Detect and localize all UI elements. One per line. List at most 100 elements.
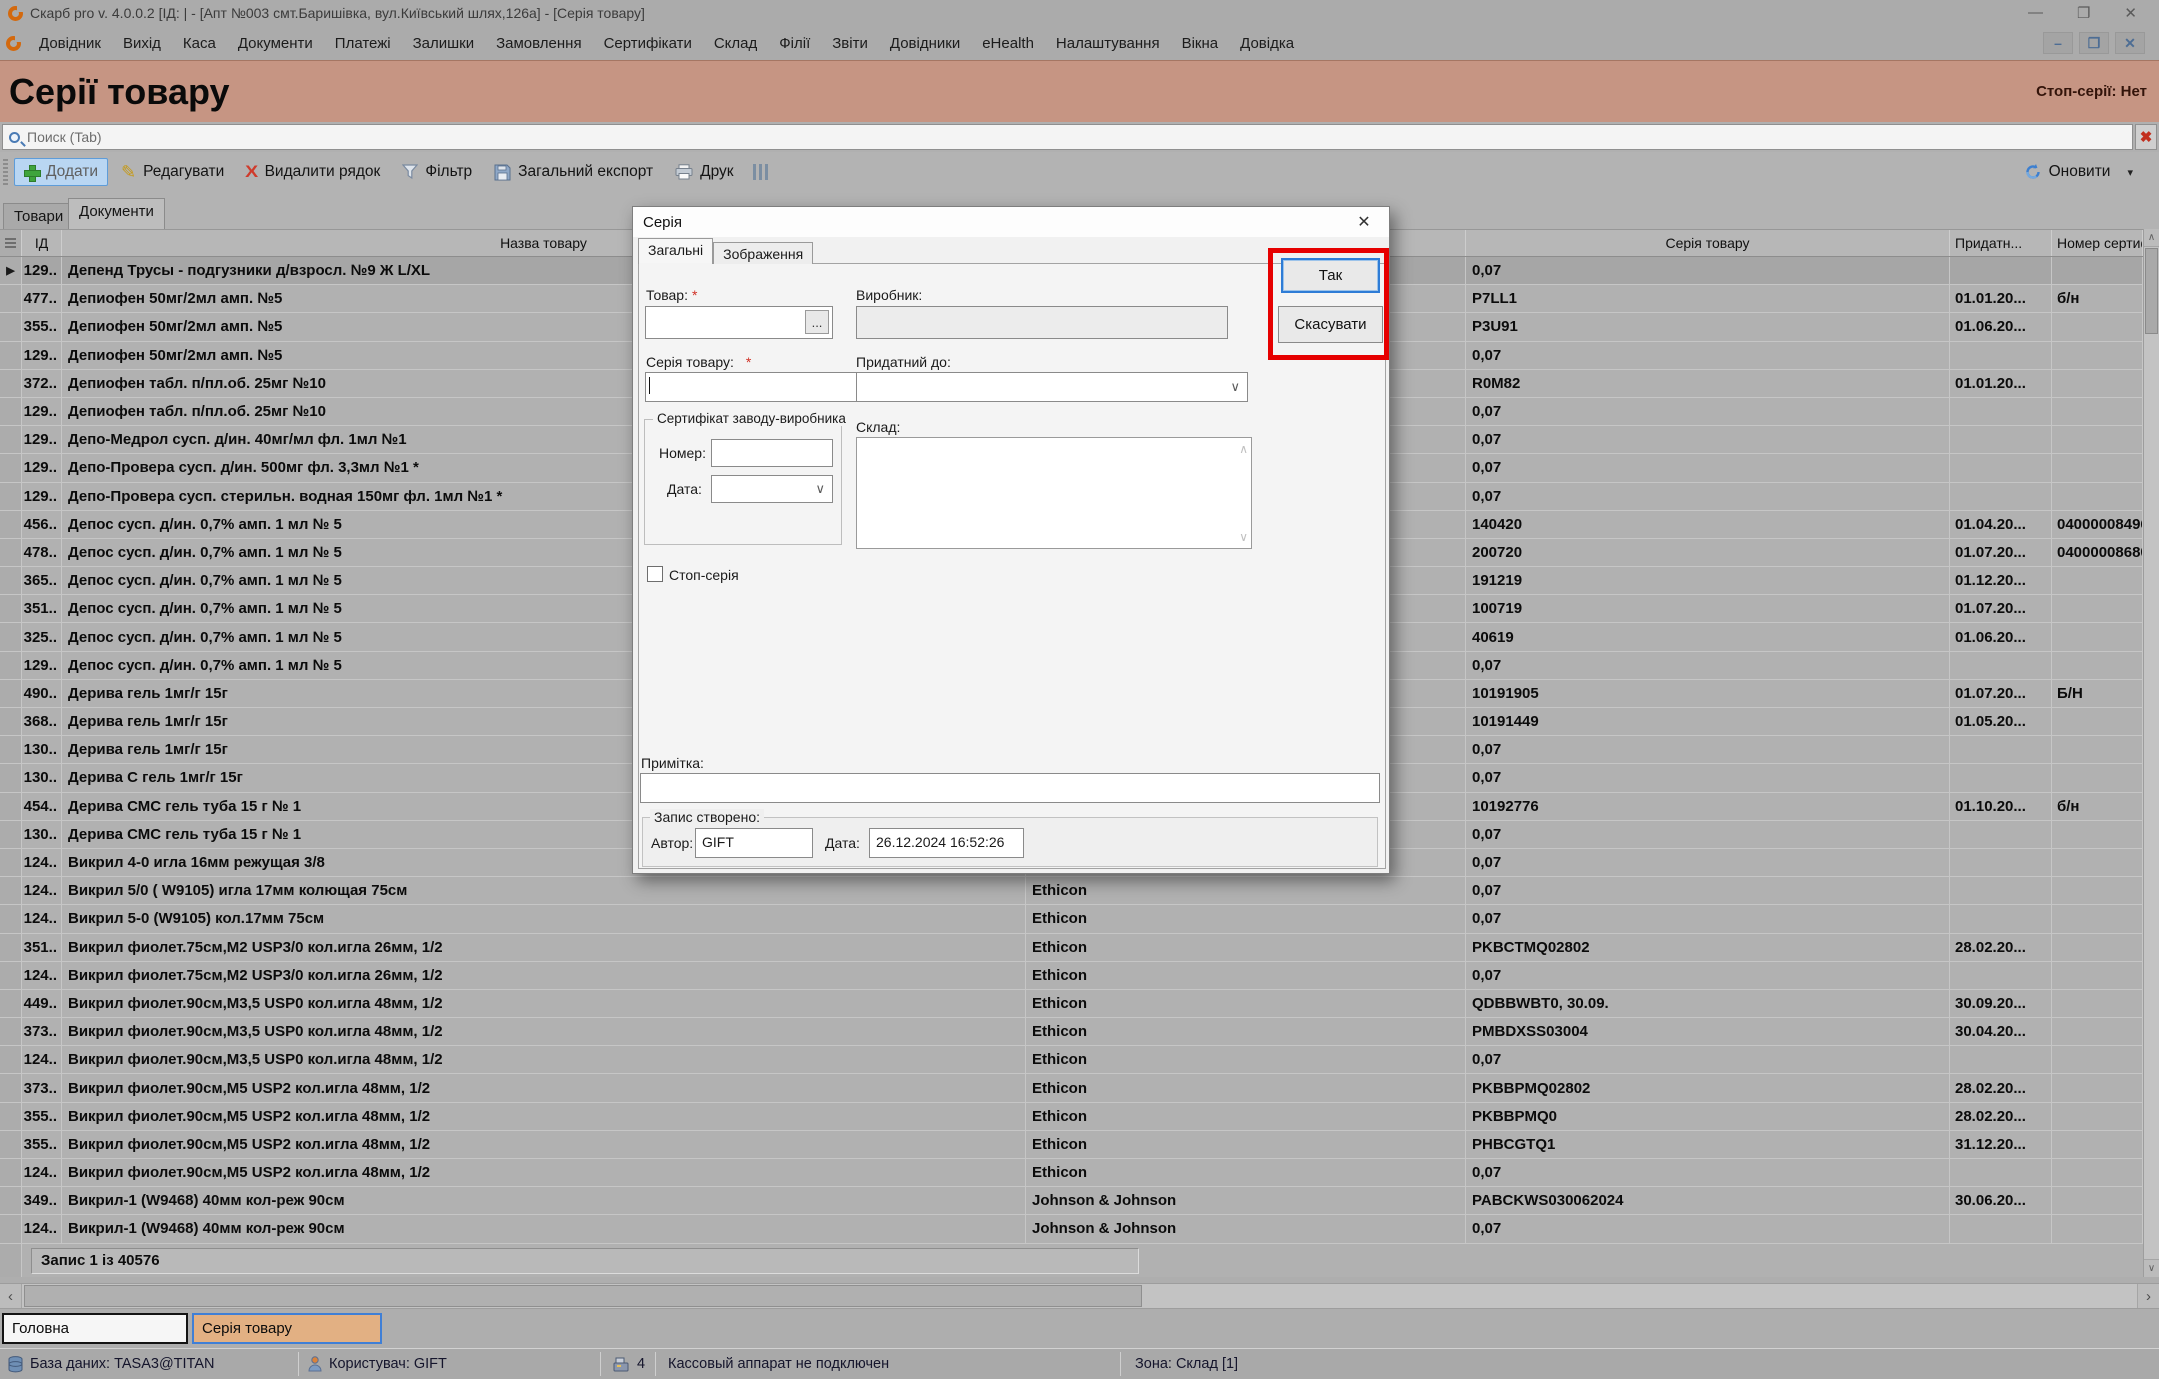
search-icon <box>9 132 20 143</box>
header-series[interactable]: Серія товару <box>1466 230 1950 256</box>
valid-until-combobox[interactable]: ∨ <box>856 372 1248 402</box>
product-lookup-button[interactable]: ... <box>805 310 829 334</box>
toolbar-grip[interactable] <box>3 159 8 185</box>
cell-ind <box>0 708 22 735</box>
mdi-close-button[interactable]: ✕ <box>2115 32 2145 54</box>
tab-holovna[interactable]: Головна <box>2 1313 188 1344</box>
table-row[interactable]: 124..Викрил 5-0 (W9105) кол.17мм 75смEth… <box>0 905 2159 933</box>
table-row[interactable]: 124..Викрил 5/0 ( W9105) игла 17мм колющ… <box>0 877 2159 905</box>
cert-date-label: Дата: <box>667 481 702 497</box>
note-input[interactable] <box>640 773 1380 803</box>
ok-button[interactable]: Так <box>1281 258 1380 293</box>
chevron-down-icon[interactable]: ∨ <box>1230 379 1240 395</box>
cell-valid <box>1950 736 2052 763</box>
author-input[interactable]: GIFT <box>695 828 813 858</box>
product-input[interactable]: ... <box>645 306 833 339</box>
cell-cert <box>2052 454 2143 481</box>
cell-series: 0,07 <box>1466 342 1950 369</box>
refresh-button[interactable]: Оновити <box>2049 163 2111 181</box>
scroll-up-icon[interactable]: ∧ <box>1239 442 1248 456</box>
header-id[interactable]: ІД <box>22 230 62 256</box>
header-cert-number[interactable]: Номер сертифіката за <box>2052 230 2143 256</box>
menu-item-Довідники[interactable]: Довідники <box>879 31 971 56</box>
mdi-restore-button[interactable]: ❐ <box>2079 32 2109 54</box>
menu-item-Документи[interactable]: Документи <box>227 31 324 56</box>
dialog-close-icon[interactable]: ✕ <box>1349 212 1379 232</box>
scroll-down-icon[interactable]: ∨ <box>2144 1259 2159 1277</box>
menu-item-eHealth[interactable]: eHealth <box>971 31 1045 56</box>
scroll-left-icon[interactable]: ‹ <box>0 1284 22 1308</box>
toolbar: Додати ✎ Редагувати X Видалити рядок Філ… <box>0 152 2159 192</box>
menu-item-Філії[interactable]: Філії <box>768 31 821 56</box>
columns-icon[interactable] <box>753 164 769 180</box>
header-valid-until[interactable]: Придатн... <box>1950 230 2052 256</box>
cert-date-combobox[interactable]: ∨ <box>711 475 833 503</box>
table-row[interactable]: 351..Викрил фиолет.75см,М2 USP3/0 кол.иг… <box>0 934 2159 962</box>
menu-item-Налаштування[interactable]: Налаштування <box>1045 31 1171 56</box>
table-row[interactable]: 355..Викрил фиолет.90см,М5 USP2 кол.игла… <box>0 1103 2159 1131</box>
horizontal-scrollbar[interactable]: ‹ › <box>0 1283 2159 1309</box>
table-row[interactable]: 124..Викрил фиолет.90см,М5 USP2 кол.игла… <box>0 1159 2159 1187</box>
edit-button[interactable]: ✎ Редагувати <box>112 158 233 187</box>
refresh-dropdown-arrow[interactable]: ▾ <box>2127 166 2133 179</box>
chevron-down-icon[interactable]: ∨ <box>815 481 825 497</box>
scroll-right-icon[interactable]: › <box>2137 1284 2159 1308</box>
minimize-button[interactable]: — <box>2028 4 2043 22</box>
add-button[interactable]: Додати <box>14 158 108 186</box>
cell-id: 124.. <box>22 962 62 989</box>
cancel-button[interactable]: Скасувати <box>1278 306 1383 343</box>
search-input[interactable]: Поиск (Tab) <box>2 124 2133 150</box>
tab-seriya-tovaru[interactable]: Серія товару <box>192 1313 382 1344</box>
scroll-up-icon[interactable]: ∧ <box>2144 229 2159 247</box>
tab-dokumenty[interactable]: Документи <box>68 198 165 229</box>
table-row[interactable]: 355..Викрил фиолет.90см,М5 USP2 кол.игла… <box>0 1131 2159 1159</box>
filter-button[interactable]: Фільтр <box>393 159 481 185</box>
table-row[interactable]: 124..Викрил фиолет.90см,М3,5 USP0 кол.иг… <box>0 1046 2159 1074</box>
delete-row-button[interactable]: X Видалити рядок <box>237 158 389 186</box>
table-row[interactable]: 449..Викрил фиолет.90см,М3,5 USP0 кол.иг… <box>0 990 2159 1018</box>
cell-ind <box>0 990 22 1017</box>
menu-item-Вікна[interactable]: Вікна <box>1171 31 1230 56</box>
menu-item-Довідник[interactable]: Довідник <box>28 31 112 56</box>
horizontal-scrollbar-thumb[interactable] <box>24 1285 1142 1307</box>
restore-button[interactable]: ❐ <box>2077 4 2090 22</box>
table-row[interactable]: 124..Викрил фиолет.75см,М2 USP3/0 кол.иг… <box>0 962 2159 990</box>
app-logo-icon-small <box>6 36 21 51</box>
menu-item-Вихід[interactable]: Вихід <box>112 31 172 56</box>
cell-valid: 28.02.20... <box>1950 934 2052 961</box>
table-row[interactable]: 373..Викрил фиолет.90см,М5 USP2 кол.игла… <box>0 1074 2159 1102</box>
menu-item-Склад[interactable]: Склад <box>703 31 768 56</box>
menu-item-Залишки[interactable]: Залишки <box>402 31 486 56</box>
vertical-scrollbar-thumb[interactable] <box>2145 248 2158 334</box>
status-separator <box>298 1352 299 1376</box>
cell-valid <box>1950 962 2052 989</box>
cell-valid <box>1950 257 2052 284</box>
vertical-scrollbar[interactable]: ∧ ∨ <box>2143 229 2159 1277</box>
cell-valid: 01.10.20... <box>1950 793 2052 820</box>
menu-bar: ДовідникВихідКасаДокументиПлатежіЗалишки… <box>0 26 2159 60</box>
menu-item-Каса[interactable]: Каса <box>172 31 227 56</box>
menu-item-Довідка[interactable]: Довідка <box>1229 31 1305 56</box>
dialog-tab-image[interactable]: Зображення <box>713 242 813 264</box>
menu-item-Звіти[interactable]: Звіти <box>821 31 879 56</box>
created-date-input[interactable]: 26.12.2024 16:52:26 <box>869 828 1024 858</box>
menu-item-Замовлення[interactable]: Замовлення <box>485 31 592 56</box>
menu-item-Платежі[interactable]: Платежі <box>324 31 402 56</box>
table-row[interactable]: 124..Викрил-1 (W9468) 40мм кол-реж 90смJ… <box>0 1215 2159 1243</box>
table-row[interactable]: 373..Викрил фиолет.90см,М3,5 USP0 кол.иг… <box>0 1018 2159 1046</box>
mdi-minimize-button[interactable]: – <box>2043 32 2073 54</box>
print-button[interactable]: Друк <box>666 159 742 185</box>
table-row[interactable]: 349..Викрил-1 (W9468) 40мм кол-реж 90смJ… <box>0 1187 2159 1215</box>
dialog-tab-general[interactable]: Загальні <box>638 238 713 264</box>
stop-series-checkbox-label: Стоп-серія <box>669 567 739 583</box>
menu-item-Сертифікати[interactable]: Сертифікати <box>593 31 703 56</box>
close-button[interactable]: ✕ <box>2124 4 2137 22</box>
stock-listbox[interactable]: ∧ ∨ <box>856 437 1252 549</box>
scroll-down-icon[interactable]: ∨ <box>1239 530 1248 544</box>
cell-cert <box>2052 1018 2143 1045</box>
search-clear-button[interactable]: ✖ <box>2135 124 2157 150</box>
stop-series-checkbox[interactable] <box>647 566 663 582</box>
export-button[interactable]: Загальний експорт <box>485 159 662 185</box>
tab-tovary[interactable]: Товари <box>3 203 74 229</box>
cert-number-input[interactable] <box>711 439 833 467</box>
